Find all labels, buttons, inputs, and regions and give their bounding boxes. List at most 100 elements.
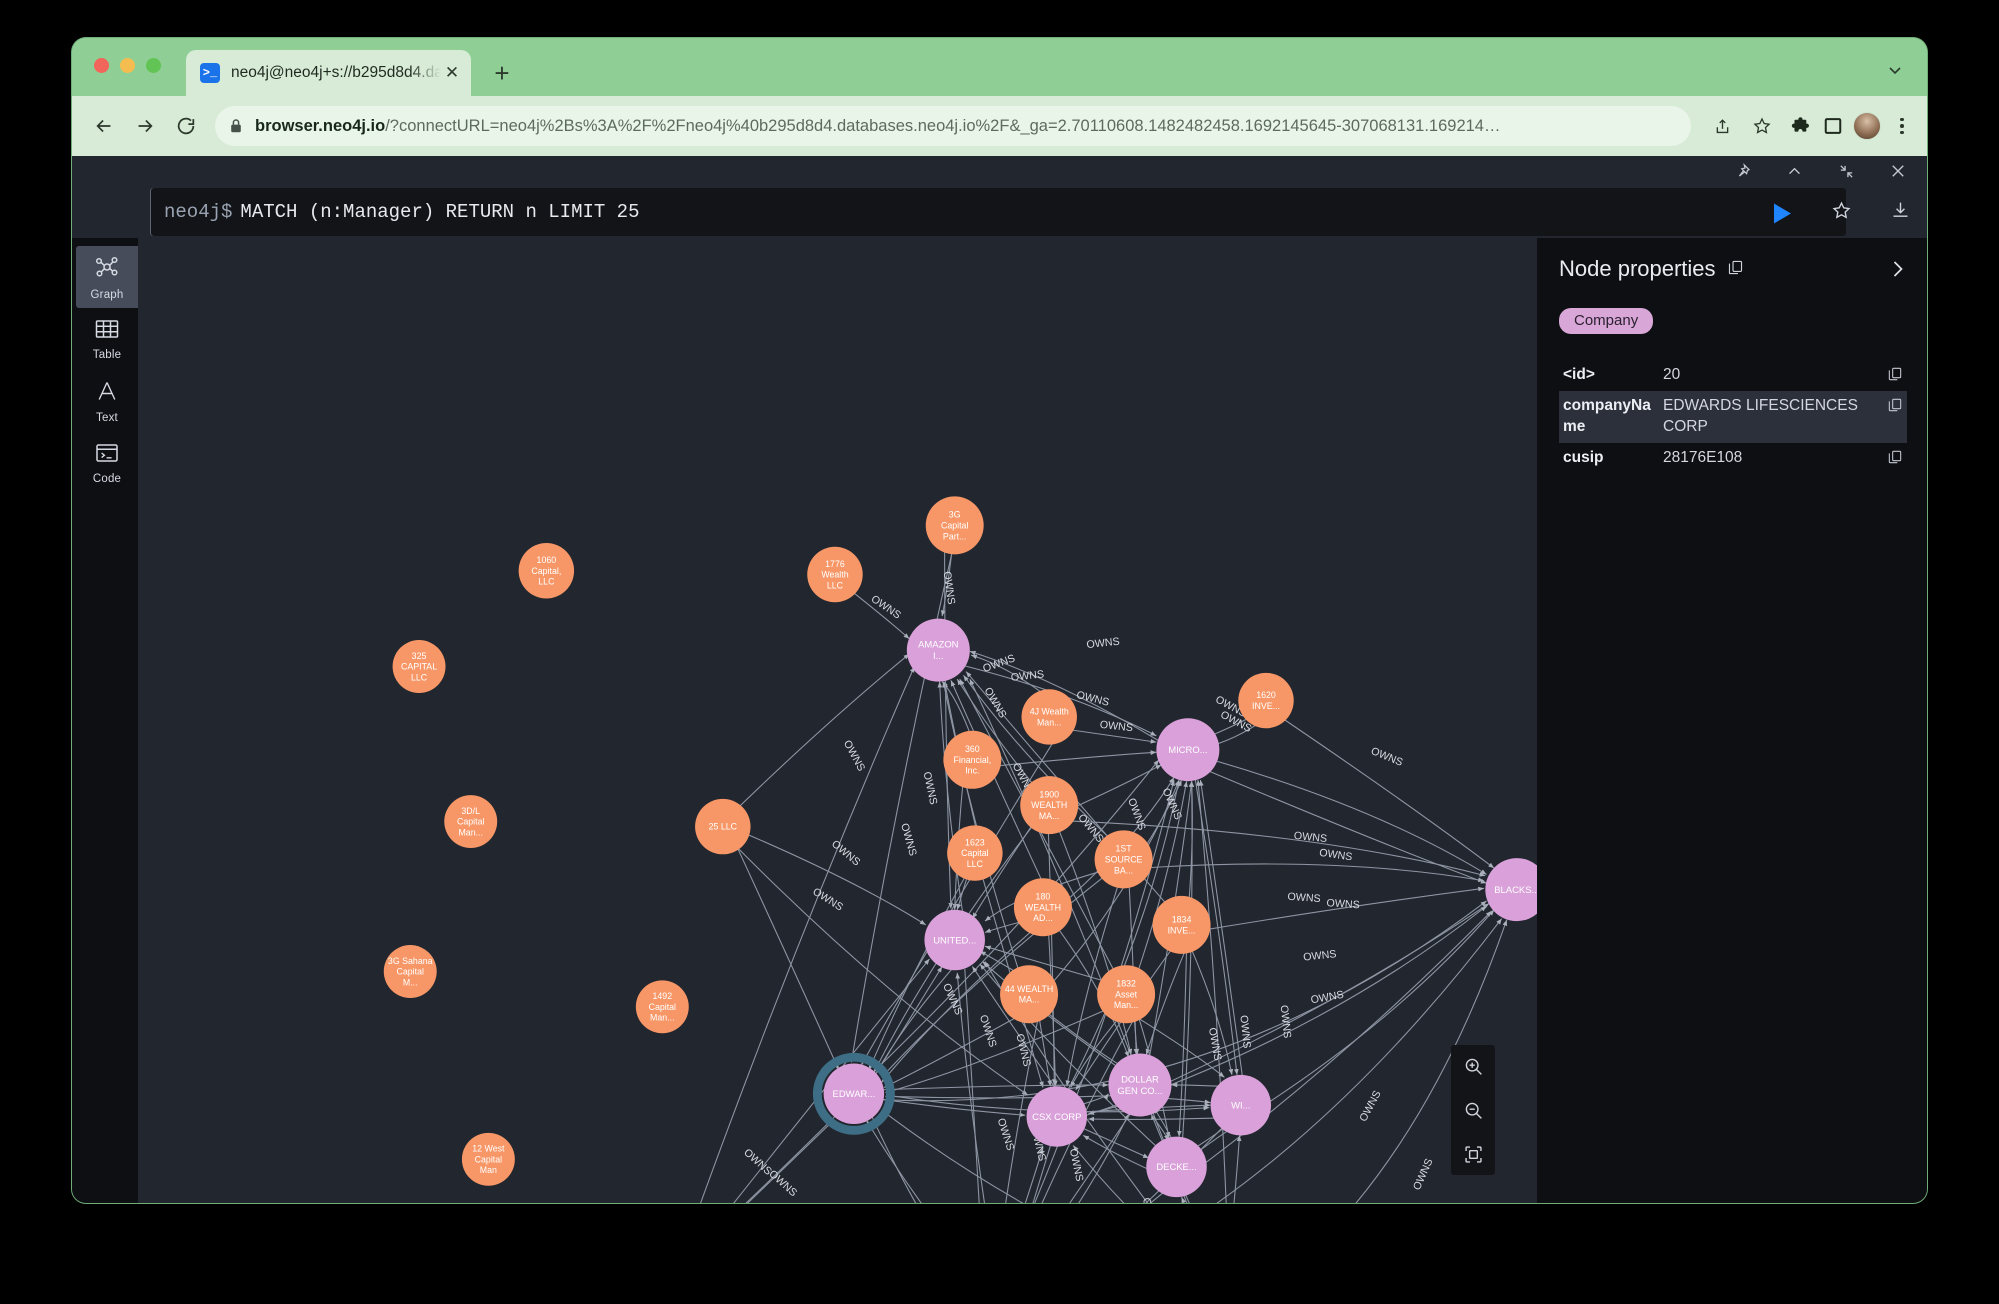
graph-node[interactable]: DOLLARGEN CO... [1108, 1053, 1172, 1117]
node-label: M... [403, 977, 418, 987]
graph-node[interactable]: 1900WEALTHMA... [1020, 776, 1079, 835]
graph-node[interactable]: 1776WealthLLC [807, 546, 863, 603]
node-label: EDWAR... [833, 1089, 876, 1100]
copy-icon[interactable] [1887, 449, 1903, 470]
contract-icon[interactable] [1835, 160, 1857, 182]
property-row[interactable]: <id> 20 [1559, 360, 1907, 391]
graph-node[interactable]: 1060Capital,LLC [518, 543, 575, 599]
browser-tab-title: neo4j@neo4j+s://b295d8d4.da [231, 64, 441, 81]
node-label: 4J Wealth [1030, 707, 1069, 717]
close-icon[interactable]: ✕ [441, 62, 463, 84]
node-label: DOLLAR [1121, 1075, 1159, 1086]
graph-node[interactable]: 1623CapitalLLC [947, 825, 1003, 881]
graph-node[interactable]: 1832AssetMan... [1097, 965, 1156, 1024]
forward-arrow-icon[interactable] [127, 108, 163, 144]
graph-node[interactable]: 360Financial,Inc. [943, 730, 1002, 789]
back-arrow-icon[interactable] [86, 108, 122, 144]
status-badge[interactable]: Company [1559, 308, 1654, 334]
table-icon [94, 318, 120, 345]
node-label: 25 LLC [709, 822, 738, 832]
property-row[interactable]: companyName EDWARDS LIFESCIENCES CORP [1559, 390, 1907, 443]
svg-text:OWNS: OWNS [1075, 689, 1110, 709]
node-label: Man [480, 1165, 497, 1175]
node-label: UNITED... [933, 935, 976, 946]
maximize-window-button[interactable] [146, 58, 161, 73]
graph-node[interactable]: WI... [1210, 1074, 1272, 1136]
window-traffic-lights[interactable] [94, 58, 161, 73]
close-window-button[interactable] [94, 58, 109, 73]
query-text: MATCH (n:Manager) RETURN n LIMIT 25 [240, 201, 640, 223]
graph-node[interactable]: 1834INVE... [1152, 895, 1211, 954]
node-label: LLC [411, 672, 428, 682]
graph-node[interactable]: 25 LLC [695, 798, 751, 855]
copy-icon[interactable] [1887, 397, 1903, 418]
pin-icon[interactable] [1731, 160, 1753, 182]
graph-node[interactable]: UNITED... [924, 909, 985, 971]
graph-node[interactable]: AMAZONI... [906, 618, 970, 682]
avatar[interactable] [1853, 112, 1881, 140]
svg-text:OWNS: OWNS [1303, 948, 1337, 963]
node-label: INVE... [1168, 925, 1196, 935]
node-label: I... [933, 651, 944, 662]
graph-node[interactable]: 325CAPITALLLC [392, 640, 446, 693]
graph-canvas[interactable]: OWNS OWNS OWNS OWNS OWNS OWNS OWNS OWNS … [138, 238, 1537, 1203]
fit-to-screen-icon[interactable] [1460, 1141, 1486, 1167]
zoom-in-icon[interactable] [1460, 1053, 1486, 1079]
new-tab-button[interactable]: + [487, 58, 517, 88]
graph-visualization[interactable]: OWNS OWNS OWNS OWNS OWNS OWNS OWNS OWNS … [138, 238, 1537, 1203]
graph-node[interactable]: 3D/LCapitalMan... [444, 795, 498, 849]
puzzle-piece-icon[interactable] [1791, 115, 1813, 137]
zoom-out-icon[interactable] [1460, 1097, 1486, 1123]
svg-text:OWNS: OWNS [1237, 1015, 1252, 1049]
graph-node[interactable]: 1620INVE... [1238, 672, 1294, 729]
copy-icon[interactable] [1727, 256, 1744, 282]
star-icon[interactable] [1831, 200, 1852, 226]
graph-node[interactable]: CSX CORP [1026, 1086, 1088, 1147]
reload-icon[interactable] [168, 108, 204, 144]
property-row[interactable]: cusip 28176E108 [1559, 443, 1907, 474]
side-panel-icon[interactable] [1823, 116, 1843, 136]
kebab-menu-icon[interactable] [1891, 117, 1913, 135]
play-icon[interactable] [1772, 202, 1793, 225]
desktop: >_ neo4j@neo4j+s://b295d8d4.da ✕ + brows… [0, 0, 1999, 1304]
copy-icon[interactable] [1887, 366, 1903, 387]
graph-node[interactable]: EDWAR... [812, 1052, 895, 1135]
graph-node[interactable]: MICRO... [1156, 718, 1220, 782]
node-label: WEALTH [1025, 902, 1061, 912]
property-key: companyName [1563, 396, 1651, 435]
tab-list-chevron-down-icon[interactable] [1885, 60, 1905, 85]
share-icon[interactable] [1704, 108, 1740, 144]
graph-node[interactable]: DECKE... [1146, 1136, 1207, 1198]
sidebar-item-code[interactable]: Code [76, 432, 138, 494]
sidebar-item-label: Code [92, 472, 122, 485]
browser-tab[interactable]: >_ neo4j@neo4j+s://b295d8d4.da ✕ [186, 50, 471, 96]
node-properties-panel: Node properties Company <id> 20 companyN… [1537, 238, 1927, 1203]
graph-node[interactable]: 4J WealthMan... [1021, 689, 1077, 745]
zoom-controls[interactable] [1451, 1045, 1495, 1175]
property-key: <id> [1563, 366, 1595, 383]
node-label: Capital [457, 817, 484, 827]
lock-icon [229, 118, 243, 134]
graph-node[interactable]: 180WEALTHAD... [1013, 878, 1072, 937]
close-icon[interactable] [1887, 160, 1909, 182]
query-actions [1772, 200, 1911, 226]
graph-node[interactable]: 1STSOURCEBA... [1094, 830, 1153, 889]
minimize-window-button[interactable] [120, 58, 135, 73]
svg-text:OWNS: OWNS [1125, 797, 1148, 832]
graph-node[interactable]: 3GCapitalPart... [925, 496, 984, 555]
chevron-up-icon[interactable] [1783, 160, 1805, 182]
address-bar[interactable]: browser.neo4j.io/?connectURL=neo4j%2Bs%3… [215, 106, 1691, 146]
sidebar-item-graph[interactable]: Graph [76, 246, 138, 308]
browser-tab-strip: >_ neo4j@neo4j+s://b295d8d4.da ✕ + [72, 38, 1927, 96]
download-icon[interactable] [1890, 200, 1911, 226]
sidebar-item-table[interactable]: Table [76, 308, 138, 370]
chevron-right-icon[interactable] [1889, 256, 1907, 286]
sidebar-item-text[interactable]: Text [76, 370, 138, 432]
star-icon[interactable] [1744, 108, 1780, 144]
query-input[interactable]: neo4j$ MATCH (n:Manager) RETURN n LIMIT … [150, 188, 1846, 236]
graph-node[interactable]: 12 WestCapitalMan [461, 1132, 515, 1186]
svg-text:OWNS: OWNS [1010, 668, 1044, 683]
graph-node[interactable]: 3G SahanaCapitalM... [383, 945, 437, 998]
graph-node[interactable]: 1492CapitalMan... [635, 980, 689, 1034]
graph-node[interactable]: 44 WEALTHMA... [1000, 965, 1059, 1024]
